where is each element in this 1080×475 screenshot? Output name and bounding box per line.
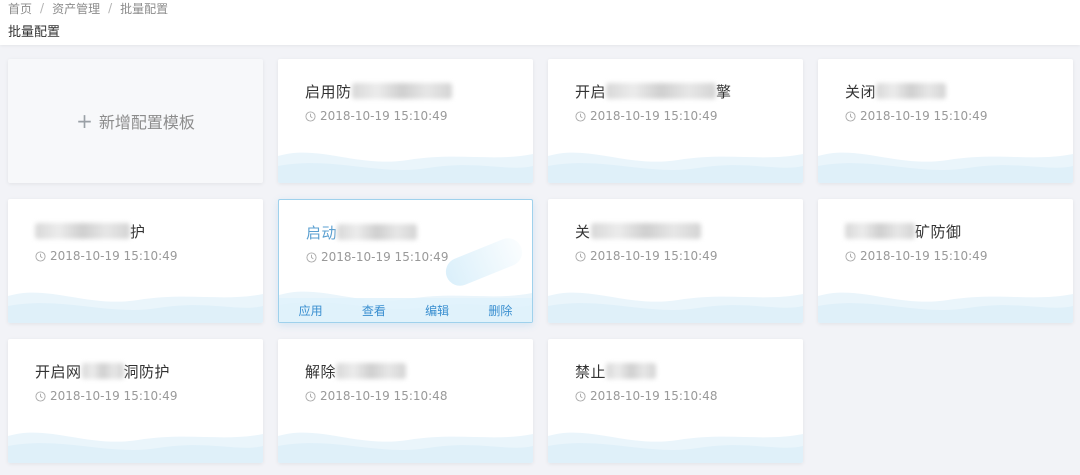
template-card[interactable]: 开启 擎 2018-10-19 15:10:49 <box>548 59 803 183</box>
template-card[interactable]: 开启网 洞防护 2018-10-19 15:10:49 <box>8 339 263 463</box>
template-name-suffix: 洞防护 <box>123 363 171 381</box>
template-timestamp: 2018-10-19 15:10:49 <box>845 109 987 123</box>
template-name: 开启 擎 <box>575 81 732 102</box>
template-name: 启用防 <box>305 81 452 102</box>
redacted-text <box>590 223 701 239</box>
redacted-text <box>845 223 915 239</box>
redacted-text <box>337 224 418 240</box>
template-timestamp: 2018-10-19 15:10:49 <box>306 250 448 264</box>
clock-icon <box>575 250 586 262</box>
template-card[interactable]: 启动 2018-10-19 15:10:49 应用 查看 编辑 删除 <box>278 199 533 323</box>
timestamp-text: 2018-10-19 15:10:49 <box>320 109 448 123</box>
template-name-prefix: 解除 <box>305 363 337 381</box>
plus-icon: + <box>76 109 93 133</box>
card-action-bar: 应用 查看 编辑 删除 <box>279 298 532 322</box>
timestamp-text: 2018-10-19 15:10:49 <box>321 250 449 264</box>
clock-icon <box>305 110 316 122</box>
template-name-suffix: 矿防御 <box>915 223 962 241</box>
wave-decoration <box>548 138 803 183</box>
clock-icon <box>845 110 856 122</box>
template-timestamp: 2018-10-19 15:10:49 <box>575 249 717 263</box>
clock-icon <box>575 110 586 122</box>
template-card[interactable]: 护 2018-10-19 15:10:49 <box>8 199 263 323</box>
template-card[interactable]: 关闭 2018-10-19 15:10:49 <box>818 59 1073 183</box>
timestamp-text: 2018-10-19 15:10:49 <box>590 109 718 123</box>
template-name: 解除 <box>305 361 407 382</box>
wave-decoration <box>548 418 803 463</box>
template-name-prefix: 关 <box>575 223 591 241</box>
template-name-prefix: 禁止 <box>575 363 607 381</box>
redacted-text <box>351 83 452 99</box>
edit-button[interactable]: 编辑 <box>419 302 455 319</box>
template-name: 禁止 <box>575 361 657 382</box>
breadcrumb-separator: / <box>40 1 45 15</box>
breadcrumb-current: 批量配置 <box>120 1 169 16</box>
template-name-prefix: 开启网 <box>35 363 82 381</box>
template-timestamp: 2018-10-19 15:10:49 <box>35 389 177 403</box>
timestamp-text: 2018-10-19 15:10:48 <box>320 389 448 403</box>
add-template-button[interactable]: + 新增配置模板 <box>76 109 195 133</box>
wave-decoration <box>8 278 263 323</box>
redacted-text <box>606 363 657 379</box>
redacted-text <box>606 83 717 99</box>
template-name-suffix: 护 <box>130 223 146 241</box>
clock-icon <box>305 390 316 402</box>
breadcrumb-separator: / <box>108 1 113 15</box>
wave-decoration <box>278 418 533 463</box>
redacted-text <box>876 83 947 99</box>
template-name: 护 <box>35 221 146 242</box>
timestamp-text: 2018-10-19 15:10:48 <box>590 389 718 403</box>
wave-decoration <box>818 278 1073 323</box>
apply-button[interactable]: 应用 <box>293 302 329 319</box>
template-name: 关闭 <box>845 81 947 102</box>
delete-button[interactable]: 删除 <box>482 302 518 319</box>
template-card[interactable]: 解除 2018-10-19 15:10:48 <box>278 339 533 463</box>
template-name-suffix: 擎 <box>716 83 732 101</box>
template-grid: + 新增配置模板 启用防 2018-10-19 15:10:49 开启 擎 201… <box>8 59 1073 463</box>
template-timestamp: 2018-10-19 15:10:48 <box>575 389 717 403</box>
template-timestamp: 2018-10-19 15:10:49 <box>305 109 447 123</box>
timestamp-text: 2018-10-19 15:10:49 <box>590 249 718 263</box>
wave-decoration <box>8 418 263 463</box>
timestamp-text: 2018-10-19 15:10:49 <box>50 389 178 403</box>
page-header: 首页 / 资产管理 / 批量配置 批量配置 <box>0 0 1080 45</box>
template-timestamp: 2018-10-19 15:10:49 <box>845 249 987 263</box>
template-name: 开启网 洞防护 <box>35 361 170 382</box>
template-name: 矿防御 <box>845 221 962 242</box>
clock-icon <box>35 250 46 262</box>
template-card[interactable]: 矿防御 2018-10-19 15:10:49 <box>818 199 1073 323</box>
template-timestamp: 2018-10-19 15:10:49 <box>575 109 717 123</box>
wave-decoration <box>278 138 533 183</box>
timestamp-text: 2018-10-19 15:10:49 <box>50 249 178 263</box>
timestamp-text: 2018-10-19 15:10:49 <box>860 249 988 263</box>
add-template-card[interactable]: + 新增配置模板 <box>8 59 263 183</box>
breadcrumb-assets[interactable]: 资产管理 <box>52 0 100 17</box>
template-timestamp: 2018-10-19 15:10:48 <box>305 389 447 403</box>
clock-icon <box>306 251 317 263</box>
template-name: 启动 <box>306 222 418 243</box>
timestamp-text: 2018-10-19 15:10:49 <box>860 109 988 123</box>
template-card[interactable]: 关 2018-10-19 15:10:49 <box>548 199 803 323</box>
template-name-prefix: 开启 <box>575 83 607 101</box>
template-card[interactable]: 禁止 2018-10-19 15:10:48 <box>548 339 803 463</box>
template-name-prefix: 关闭 <box>845 83 877 101</box>
wave-decoration <box>818 138 1073 183</box>
redacted-text <box>81 363 124 379</box>
add-template-label: 新增配置模板 <box>98 113 195 132</box>
clock-icon <box>575 390 586 402</box>
template-name-prefix: 启用防 <box>305 83 352 101</box>
redacted-text <box>336 363 407 379</box>
clock-icon <box>35 390 46 402</box>
template-name-prefix: 启动 <box>306 224 338 242</box>
redacted-text <box>35 223 130 239</box>
page-title: 批量配置 <box>8 25 61 40</box>
template-timestamp: 2018-10-19 15:10:49 <box>35 249 177 263</box>
template-name: 关 <box>575 221 701 242</box>
breadcrumb: 首页 / 资产管理 / 批量配置 <box>8 0 168 16</box>
breadcrumb-home[interactable]: 首页 <box>8 0 32 17</box>
clock-icon <box>845 250 856 262</box>
template-card[interactable]: 启用防 2018-10-19 15:10:49 <box>278 59 533 183</box>
wave-decoration <box>548 278 803 323</box>
view-button[interactable]: 查看 <box>356 302 392 319</box>
